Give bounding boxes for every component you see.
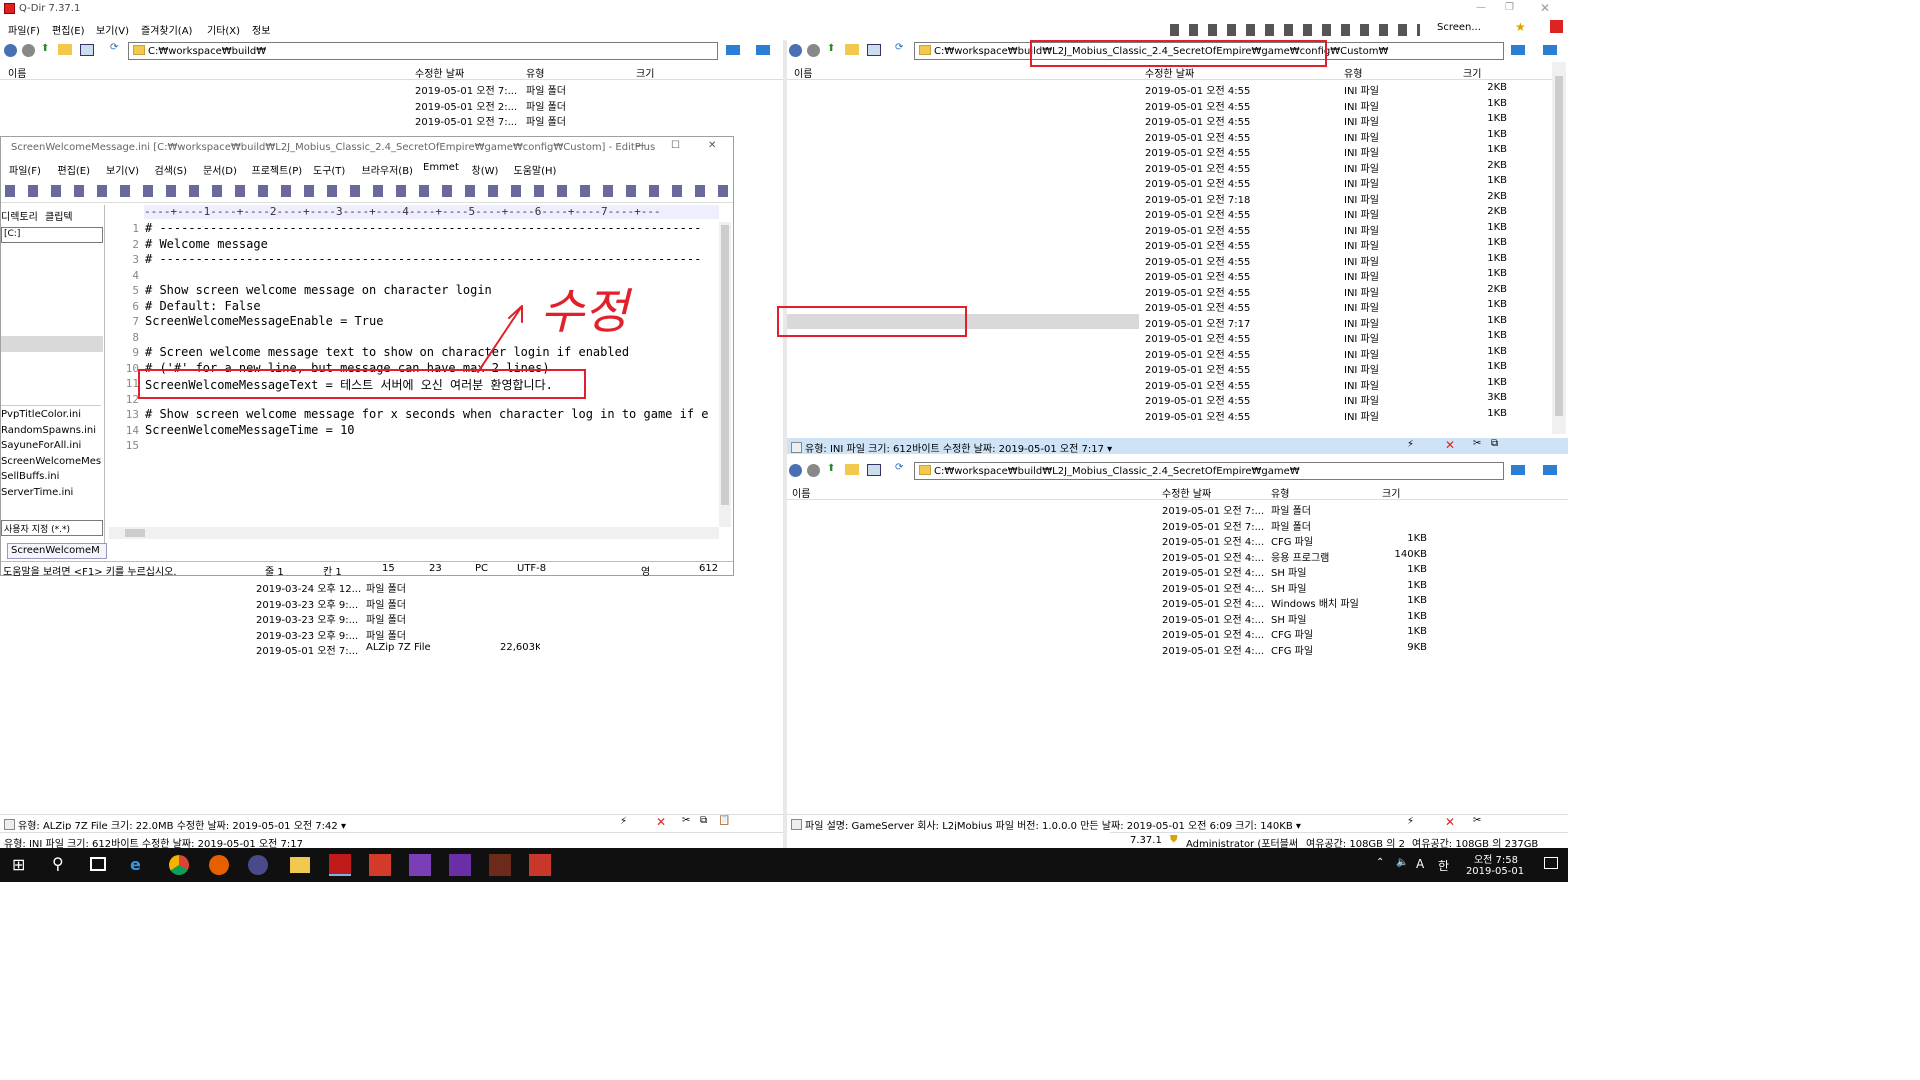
annotation-note: 수정 xyxy=(540,284,633,340)
task-view-icon[interactable] xyxy=(90,857,106,871)
search-icon[interactable]: ⚲ xyxy=(52,854,64,873)
notification-icon[interactable] xyxy=(1544,857,1558,869)
app-icon[interactable] xyxy=(489,854,511,876)
ime-lang[interactable]: 한 xyxy=(1438,857,1449,874)
editplus-task-icon[interactable] xyxy=(369,854,391,876)
qdir-task-icon[interactable] xyxy=(329,854,351,876)
annotation-arrow xyxy=(477,305,523,373)
ime-mode[interactable]: A xyxy=(1416,857,1424,871)
clock-date[interactable]: 2019-05-01 xyxy=(1460,866,1530,877)
start-icon[interactable]: ⊞ xyxy=(12,855,25,874)
explorer-icon[interactable] xyxy=(290,857,310,873)
app-icon[interactable] xyxy=(449,854,471,876)
clock-time[interactable]: 오전 7:58 xyxy=(1466,851,1526,866)
app-icon[interactable] xyxy=(529,854,551,876)
annotation-overlay: 수정 xyxy=(138,40,1327,399)
volume-icon[interactable]: 🔈 xyxy=(1396,857,1408,868)
tray-chevron-icon[interactable]: ⌃ xyxy=(1376,857,1384,868)
firefox-icon[interactable] xyxy=(209,855,229,875)
edge-icon[interactable]: e xyxy=(130,855,141,874)
highlight-file-box xyxy=(777,306,967,337)
chrome-icon[interactable] xyxy=(169,855,189,875)
taskbar: ⊞ ⚲ e ⌃ 🔈 A 한 오전 7:58 2019-05-01 xyxy=(0,848,1568,882)
highlight-line-box xyxy=(138,369,586,399)
highlight-address-box xyxy=(1030,40,1327,67)
app-icon[interactable] xyxy=(409,854,431,876)
app-icon[interactable] xyxy=(248,855,268,875)
